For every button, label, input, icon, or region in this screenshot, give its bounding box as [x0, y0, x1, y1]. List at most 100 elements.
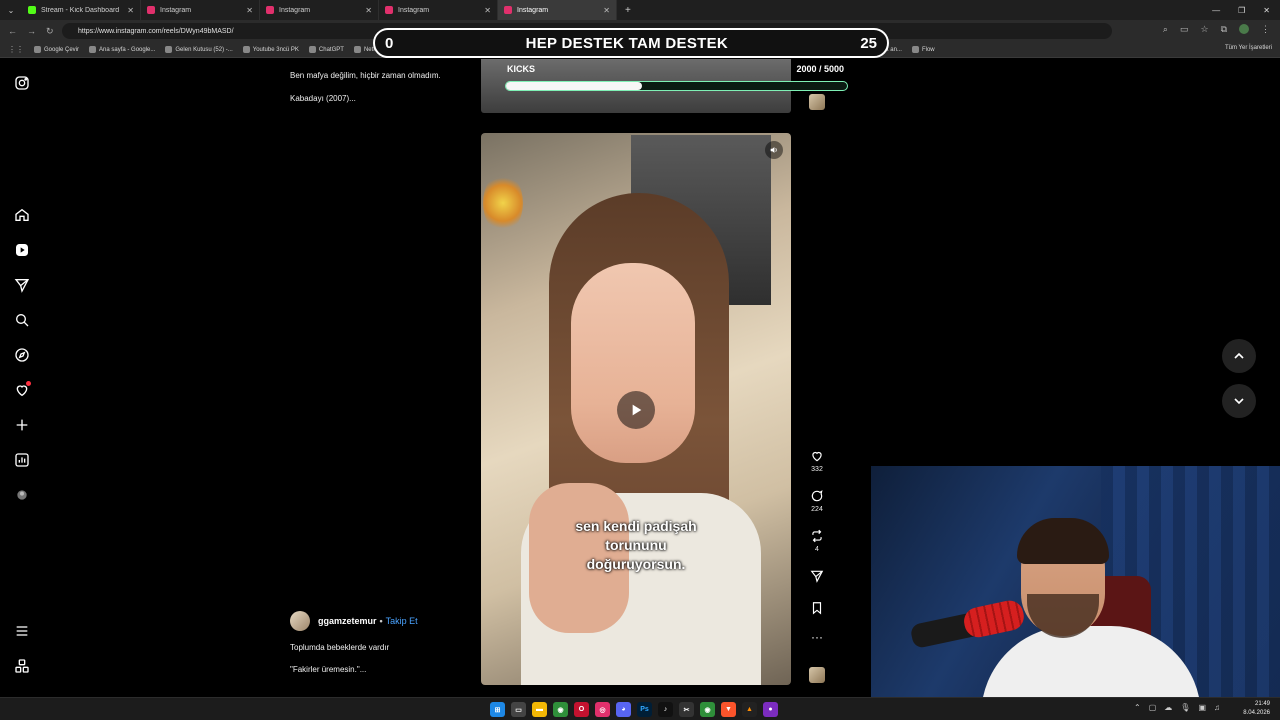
avatar[interactable]	[290, 611, 310, 631]
cloud-icon[interactable]: ☁	[1164, 703, 1172, 712]
minimize-icon[interactable]: —	[1212, 6, 1220, 15]
close-icon[interactable]: ✕	[603, 6, 610, 15]
close-icon[interactable]: ✕	[246, 6, 253, 15]
windows-start-icon[interactable]: ⊞	[490, 702, 505, 717]
discord-icon[interactable]: ◕	[616, 702, 631, 717]
tab-instagram[interactable]: Instagram ✕	[379, 0, 498, 20]
prev-post-description: Ben mafya değilim, hiçbir zaman olmadım.	[290, 71, 441, 80]
file-explorer-icon[interactable]: ▬	[532, 702, 547, 717]
brave-icon[interactable]: ▼	[721, 702, 736, 717]
system-clock[interactable]: 21:49 8.04.2026	[1243, 700, 1270, 718]
back-icon[interactable]: ←	[8, 26, 17, 37]
bookmark-favicon-icon	[34, 46, 41, 53]
kicks-progress-fill	[506, 82, 643, 90]
vlc-icon[interactable]: ▲	[742, 702, 757, 717]
bookmark-item[interactable]: ChatGPT	[308, 46, 344, 53]
woman-face	[571, 263, 695, 463]
next-reel-button[interactable]	[1222, 384, 1256, 418]
comment-button[interactable]: 224	[806, 489, 828, 513]
profile-avatar-icon[interactable]	[12, 485, 32, 505]
tab-instagram-active[interactable]: Instagram ✕	[498, 0, 617, 20]
more-options-icon[interactable]: ···	[806, 631, 828, 643]
play-button[interactable]	[617, 391, 655, 429]
obs-icon[interactable]: ●	[763, 702, 778, 717]
bookmark-favicon-icon	[242, 46, 250, 53]
bookmark-item[interactable]: Gelen Kutusu (52) -...	[165, 46, 233, 53]
tray-chevron-icon[interactable]: ⌃	[1134, 703, 1141, 712]
create-plus-icon[interactable]	[12, 415, 32, 435]
forward-icon[interactable]: →	[27, 26, 36, 37]
bookmark-item[interactable]: Ana sayfa - Google...	[89, 46, 155, 53]
instagram-logo-icon[interactable]	[12, 73, 32, 93]
taskbar-apps: ⊞ ▭ ▬ ◉ O ◎ ◕ Ps ♪ ✂ ◉ ▼ ▲ ●	[490, 702, 778, 717]
dashboard-icon[interactable]	[12, 450, 32, 470]
reel-video[interactable]: sen kendi padişah torununu doğuruyorsun.	[481, 133, 791, 685]
profile-icon[interactable]	[1239, 24, 1249, 34]
home-icon[interactable]	[12, 205, 32, 225]
webcam-overlay	[871, 466, 1280, 697]
star-icon[interactable]: ☆	[1200, 24, 1208, 35]
explore-icon[interactable]	[12, 345, 32, 365]
chrome-icon[interactable]: ◉	[553, 702, 568, 717]
tiktok-icon[interactable]: ♪	[658, 702, 673, 717]
prev-post-description-more[interactable]: Kabadayı (2007)...	[290, 94, 356, 103]
bookmark-item[interactable]: Youtube 3ncü PK	[242, 46, 299, 53]
task-view-icon[interactable]: ▭	[511, 702, 526, 717]
chevron-up-icon	[1234, 352, 1244, 359]
prev-reel-audio-avatar[interactable]	[809, 94, 825, 110]
volume-icon[interactable]: ♫	[1214, 703, 1220, 712]
share-button[interactable]	[806, 569, 828, 583]
network-icon[interactable]: ▣	[1198, 703, 1206, 712]
follow-button[interactable]: Takip Et	[386, 616, 418, 626]
instagram-taskbar-icon[interactable]: ◎	[595, 702, 610, 717]
save-button[interactable]	[806, 601, 828, 615]
previous-reel-button[interactable]	[1222, 339, 1256, 373]
opera-icon[interactable]: O	[574, 702, 589, 717]
bookmark-favicon-icon	[89, 46, 97, 53]
bookmark-favicon-icon	[165, 46, 173, 53]
repost-button[interactable]: 4	[806, 529, 828, 553]
microphone-icon[interactable]: 🎙	[1180, 703, 1190, 712]
close-icon[interactable]: ✕	[484, 6, 491, 15]
apps-icon[interactable]: ⋮⋮	[8, 45, 24, 54]
audio-avatar[interactable]	[806, 667, 828, 683]
maximize-icon[interactable]: ❐	[1238, 6, 1245, 15]
close-icon[interactable]: ✕	[365, 6, 372, 15]
tab-instagram[interactable]: Instagram ✕	[260, 0, 379, 20]
reels-icon[interactable]	[12, 240, 32, 260]
chrome-active-icon[interactable]: ◉	[700, 702, 715, 717]
subtitle-line: sen kendi padişah	[575, 518, 697, 534]
like-button[interactable]: 332	[806, 449, 828, 473]
more-menu-icon[interactable]	[12, 621, 32, 641]
heart-icon	[812, 451, 822, 462]
bookmark-label: Youtube 3ncü PK	[252, 46, 299, 53]
direct-messages-icon[interactable]	[12, 275, 32, 295]
audio-toggle-icon[interactable]	[765, 141, 783, 159]
bookmark-item[interactable]: Flow	[911, 46, 935, 53]
bookmark-item[interactable]: Google Çevir	[34, 46, 79, 53]
post-caption: Toplumda bebeklerde vardır	[290, 643, 390, 652]
new-tab-button[interactable]: +	[617, 5, 631, 16]
post-caption-more[interactable]: "Fakirler üremesin."...	[290, 665, 366, 674]
search-icon[interactable]	[12, 310, 32, 330]
monitor-icon[interactable]: ▢	[1149, 703, 1157, 712]
menu-icon[interactable]: ⋮	[1261, 24, 1270, 35]
photoshop-icon[interactable]: Ps	[637, 702, 652, 717]
also-from-meta-icon[interactable]	[12, 656, 32, 676]
reload-icon[interactable]: ↻	[46, 26, 54, 37]
capcut-icon[interactable]: ✂	[679, 702, 694, 717]
close-icon[interactable]: ✕	[127, 6, 134, 15]
subtitle-line: doğuruyorsun.	[586, 556, 686, 572]
bookmark-favicon-icon	[353, 46, 361, 53]
tab-instagram[interactable]: Instagram ✕	[141, 0, 260, 20]
username-link[interactable]: ggamzetemur	[318, 616, 377, 626]
all-bookmarks-button[interactable]: Tüm Yer İşaretleri	[1225, 45, 1272, 51]
notifications-heart-icon[interactable]	[12, 380, 32, 400]
tab-kick-dashboard[interactable]: Stream - Kick Dashboard ✕	[22, 0, 141, 20]
tab-search-icon[interactable]: ⌄	[0, 0, 22, 20]
zoom-icon[interactable]: ⌕	[1163, 24, 1168, 35]
extensions-icon[interactable]: ⧉	[1221, 24, 1227, 35]
cast-icon[interactable]: ▭	[1180, 24, 1189, 35]
nav-buttons: ← → ↻	[0, 26, 62, 37]
close-window-icon[interactable]: ✕	[1263, 6, 1270, 15]
